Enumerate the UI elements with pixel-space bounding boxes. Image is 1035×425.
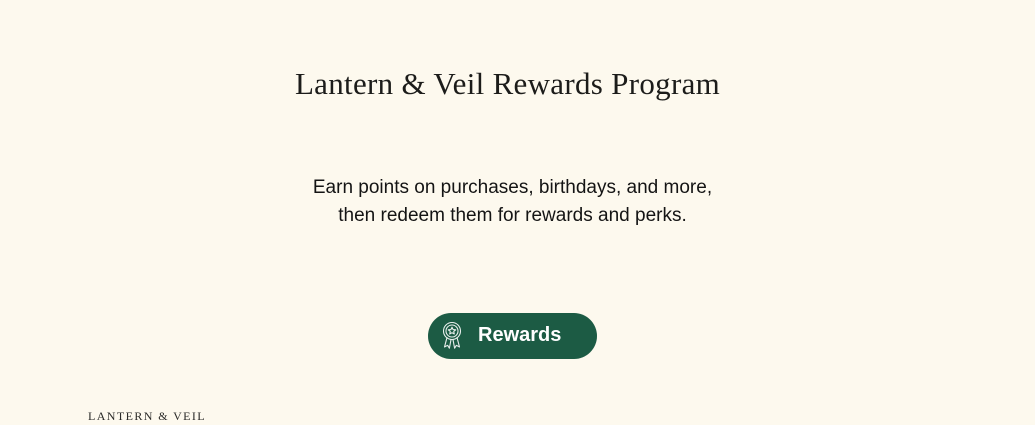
brand-wordmark: LANTERN & VEIL [88,409,207,423]
page-title: Lantern & Veil Rewards Program [294,66,721,101]
rewards-button-label: Rewards [478,324,562,346]
program-description: Earn points on purchases, birthdays, and… [0,174,1025,230]
award-ribbon-icon [442,321,462,349]
rewards-button[interactable]: Rewards [428,313,597,359]
description-line-1: Earn points on purchases, birthdays, and… [312,177,713,198]
description-line-2: then redeem them for rewards and perks. [338,205,687,226]
